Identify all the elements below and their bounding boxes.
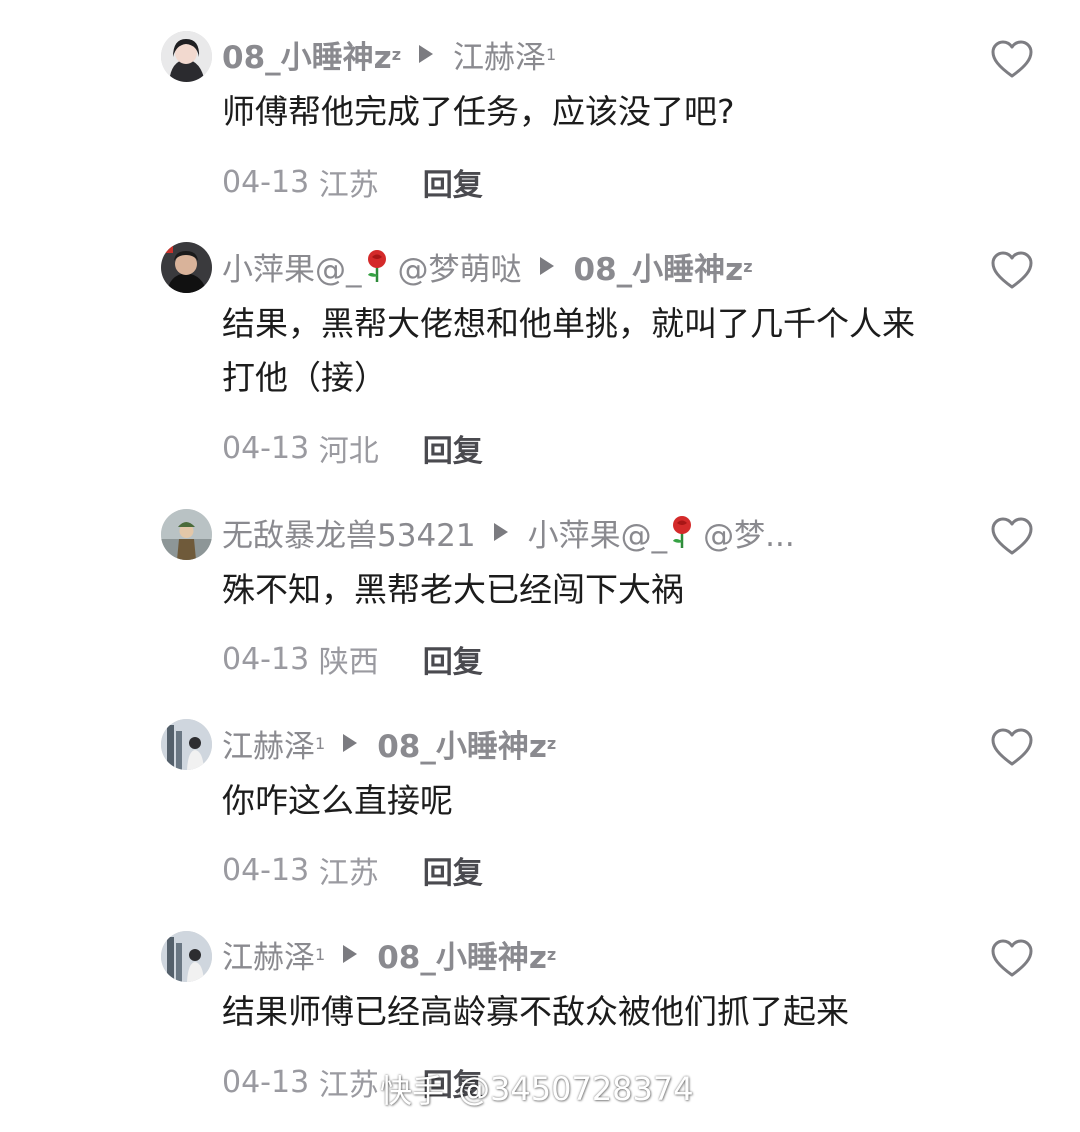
heart-outline-icon[interactable] bbox=[990, 938, 1034, 978]
comment-text: 殊不知，黑帮老大已经闯下大祸 bbox=[222, 570, 684, 609]
reply-button[interactable]: 回复 bbox=[423, 637, 483, 681]
watermark-brand: 快手 bbox=[380, 1072, 445, 1110]
comment-text: 师傅帮他完成了任务，应该没了吧? bbox=[222, 92, 735, 131]
author-name[interactable]: 无敌暴龙兽53421 bbox=[222, 510, 476, 555]
rose-emoji-icon bbox=[367, 250, 386, 282]
reply-to-name[interactable]: 08_小睡神z bbox=[574, 244, 744, 289]
comment-location: 江苏 bbox=[318, 856, 379, 891]
comment-meta: 04-13 河北 回复 bbox=[222, 426, 483, 470]
avatar[interactable] bbox=[161, 719, 212, 770]
comment-location: 江苏 bbox=[318, 168, 379, 203]
comment-meta: 04-13 陕西 回复 bbox=[222, 637, 483, 681]
comment-date: 04-13 bbox=[222, 641, 310, 677]
reply-to-name[interactable]: 江赫泽 bbox=[453, 32, 546, 77]
watermark: 快手 @3450728374 bbox=[380, 1064, 694, 1114]
avatar[interactable] bbox=[161, 931, 212, 982]
heart-outline-icon[interactable] bbox=[990, 727, 1034, 767]
comment-meta: 04-13 江苏 回复 bbox=[222, 160, 483, 204]
author-sup: 1 bbox=[315, 944, 326, 964]
comment-date: 04-13 bbox=[222, 852, 310, 888]
play-triangle-icon bbox=[343, 945, 358, 963]
comment-meta: 04-13 江苏 回复 bbox=[222, 848, 483, 892]
reply-button[interactable]: 回复 bbox=[423, 426, 483, 470]
reply-to-sup: z bbox=[743, 256, 753, 276]
comment-text: 你咋这么直接呢 bbox=[222, 781, 453, 820]
author-suffix: @梦萌哒 bbox=[397, 251, 522, 288]
reply-to-sup: 1 bbox=[546, 44, 557, 64]
rose-emoji-icon bbox=[673, 516, 692, 548]
avatar[interactable] bbox=[161, 31, 212, 82]
comment-text: 结果，黑帮大佬想和他单挑，就叫了几千个人来打他（接） bbox=[222, 304, 915, 397]
comment-location: 江苏 bbox=[318, 1068, 379, 1103]
comment-location: 陕西 bbox=[318, 645, 379, 680]
author-sup: 1 bbox=[315, 733, 326, 753]
heart-outline-icon[interactable] bbox=[990, 516, 1034, 556]
comment-date: 04-13 bbox=[222, 164, 310, 200]
reply-to-suffix: @梦... bbox=[703, 517, 795, 554]
comment-header: 无敌暴龙兽53421 小萍果@_ @梦... bbox=[222, 508, 795, 556]
comment-text: 结果师傅已经高龄寡不敌众被他们抓了起来 bbox=[222, 992, 849, 1031]
comment-header: 08_小睡神z z 江赫泽 1 bbox=[222, 30, 556, 78]
reply-button[interactable]: 回复 bbox=[423, 160, 483, 204]
play-triangle-icon bbox=[343, 734, 358, 752]
reply-button[interactable]: 回复 bbox=[423, 848, 483, 892]
comment-header: 江赫泽 1 08_小睡神z z bbox=[222, 930, 556, 978]
reply-to-name[interactable]: 08_小睡神z bbox=[377, 932, 547, 977]
play-triangle-icon bbox=[493, 523, 508, 541]
comment-header: 江赫泽 1 08_小睡神z z bbox=[222, 719, 556, 767]
reply-to-sup: z bbox=[546, 944, 557, 964]
reply-to-name[interactable]: 小萍果@_ bbox=[528, 510, 668, 555]
avatar[interactable] bbox=[161, 509, 212, 560]
comment-location: 河北 bbox=[318, 434, 379, 469]
author-name[interactable]: 江赫泽 bbox=[222, 932, 315, 977]
author-name[interactable]: 小萍果@_ bbox=[222, 244, 362, 289]
author-name[interactable]: 08_小睡神z bbox=[222, 32, 392, 77]
play-triangle-icon bbox=[419, 45, 433, 63]
heart-outline-icon[interactable] bbox=[990, 250, 1034, 290]
reply-to-name[interactable]: 08_小睡神z bbox=[377, 721, 547, 766]
watermark-handle: @3450728374 bbox=[458, 1070, 694, 1108]
author-name[interactable]: 江赫泽 bbox=[222, 721, 315, 766]
reply-to-sup: z bbox=[546, 733, 557, 753]
heart-outline-icon[interactable] bbox=[990, 39, 1034, 79]
avatar[interactable] bbox=[161, 242, 212, 293]
comment-header: 小萍果@_ @梦萌哒 08_小睡神z z bbox=[222, 242, 753, 290]
comment-date: 04-13 bbox=[222, 430, 310, 466]
author-sup: z bbox=[391, 44, 401, 64]
play-triangle-icon bbox=[539, 257, 554, 275]
comment-date: 04-13 bbox=[222, 1064, 310, 1100]
